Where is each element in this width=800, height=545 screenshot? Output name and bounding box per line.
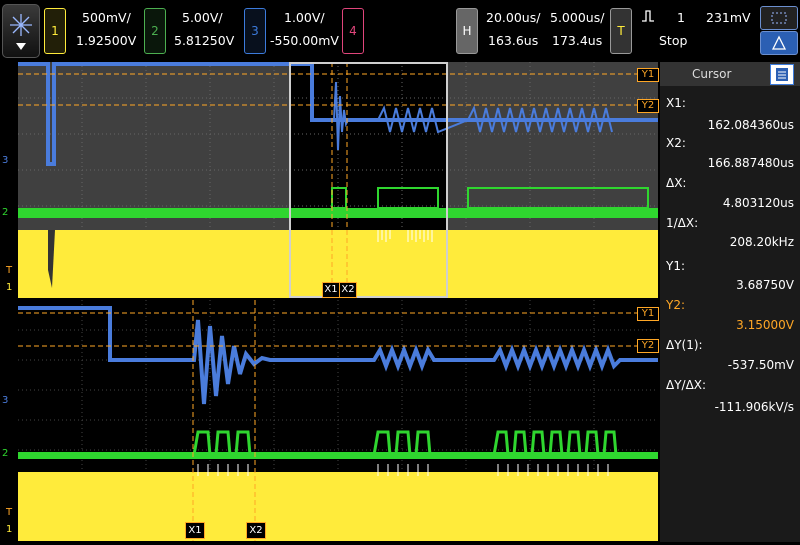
expand-icon: [771, 12, 787, 24]
cursor-panel: Cursor X1: 162.084360us X2: 166.887480us…: [660, 62, 800, 542]
zoom-ch3-marker: 3: [2, 395, 9, 406]
ch1-marker: 1: [6, 282, 13, 293]
inverse-delta-x-label: 1/ΔX:: [666, 216, 699, 230]
channel4-number: 4: [349, 24, 357, 38]
channel2-number: 2: [151, 24, 159, 38]
zoom-y2-cursor-tag[interactable]: Y2: [637, 339, 659, 353]
horizontal-button[interactable]: H: [456, 8, 478, 54]
keysight-logo-button[interactable]: [2, 4, 40, 58]
fullscreen-button[interactable]: [760, 6, 798, 30]
channel3-scale: 1.00V/: [284, 10, 325, 25]
y2-cursor-tag[interactable]: Y2: [637, 99, 659, 113]
slope-label: ΔY/ΔX:: [666, 378, 707, 392]
top-bar: 1 500mV/ 1.92500V 2 5.00V/ 5.81250V 3 1.…: [0, 0, 800, 60]
horizontal-label: H: [462, 24, 472, 38]
main-waveform-area[interactable]: [18, 62, 658, 298]
x1-label: X1:: [666, 96, 686, 110]
zoom-ch2-marker: 2: [2, 448, 9, 459]
ch2-marker: 2: [2, 207, 9, 218]
channel3-button[interactable]: 3: [244, 8, 266, 54]
zoom-x1-cursor-tag[interactable]: X1: [185, 522, 205, 539]
cursor-panel-title: Cursor: [692, 67, 732, 81]
channel2-offset: 5.81250V: [174, 33, 235, 48]
list-icon: [776, 68, 788, 81]
y2-label: Y2:: [666, 298, 686, 312]
channel1-offset: 1.92500V: [76, 33, 137, 48]
zoom-ch1-marker: 1: [6, 524, 13, 535]
inverse-delta-x-value: 208.20kHz: [729, 235, 794, 249]
triangle-icon: [771, 35, 787, 50]
channel2-button[interactable]: 2: [144, 8, 166, 54]
timebase: 20.00us/: [486, 10, 541, 25]
cursor-panel-header: Cursor: [660, 62, 800, 86]
zoom-trigger-marker: T: [6, 507, 13, 518]
channel3-number: 3: [251, 24, 259, 38]
panel-menu-button[interactable]: [770, 64, 794, 85]
time-position: 163.6us: [488, 33, 539, 48]
rising-edge-icon: [642, 10, 654, 22]
delta-x-value: 4.803120us: [722, 196, 794, 210]
zoom-x2-cursor-tag[interactable]: X2: [246, 522, 266, 539]
touch-mode-button[interactable]: [760, 31, 798, 55]
channel2-scale: 5.00V/: [182, 10, 223, 25]
delta-y-value: -537.50mV: [727, 358, 794, 372]
channel1-scale: 500mV/: [82, 10, 131, 25]
channel3-offset: -550.00mV: [270, 33, 339, 48]
run-state: Stop: [659, 33, 688, 48]
trigger-marker: T: [6, 265, 13, 276]
x2-cursor-tag[interactable]: X2: [339, 282, 357, 298]
x1-cursor-tag[interactable]: X1: [322, 282, 340, 298]
y1-value: 3.68750V: [736, 278, 794, 292]
channel4-button[interactable]: 4: [342, 8, 364, 54]
channel1-number: 1: [51, 24, 59, 38]
x2-label: X2:: [666, 136, 686, 150]
zoom-waveform-area[interactable]: [18, 300, 658, 541]
main-waveform-plot: [18, 62, 658, 298]
x1-value: 162.084360us: [707, 118, 794, 132]
lower-left-ruler: 3 2 T 1: [0, 300, 18, 542]
zoom-waveform-plot: [18, 300, 658, 541]
delta-x-label: ΔX:: [666, 176, 687, 190]
trigger-source: 1: [677, 10, 685, 25]
slope-value: -111.906kV/s: [714, 400, 794, 414]
zoom-y1-cursor-tag[interactable]: Y1: [637, 307, 659, 321]
x2-value: 166.887480us: [707, 156, 794, 170]
channel1-button[interactable]: 1: [44, 8, 66, 54]
delta-y-label: ΔY(1):: [666, 338, 703, 352]
starburst-icon: [10, 14, 32, 50]
y2-value: 3.15000V: [736, 318, 794, 332]
zoom-position: 173.4us: [552, 33, 603, 48]
trigger-button[interactable]: T: [610, 8, 632, 54]
y1-label: Y1:: [666, 259, 686, 273]
y1-cursor-tag[interactable]: Y1: [637, 68, 659, 82]
trigger-level: 231mV: [706, 10, 751, 25]
trigger-label: T: [617, 24, 625, 38]
upper-left-ruler: 3 2 T 1: [0, 62, 18, 298]
ch3-marker: 3: [2, 155, 9, 166]
zoom-timebase: 5.000us/: [550, 10, 605, 25]
